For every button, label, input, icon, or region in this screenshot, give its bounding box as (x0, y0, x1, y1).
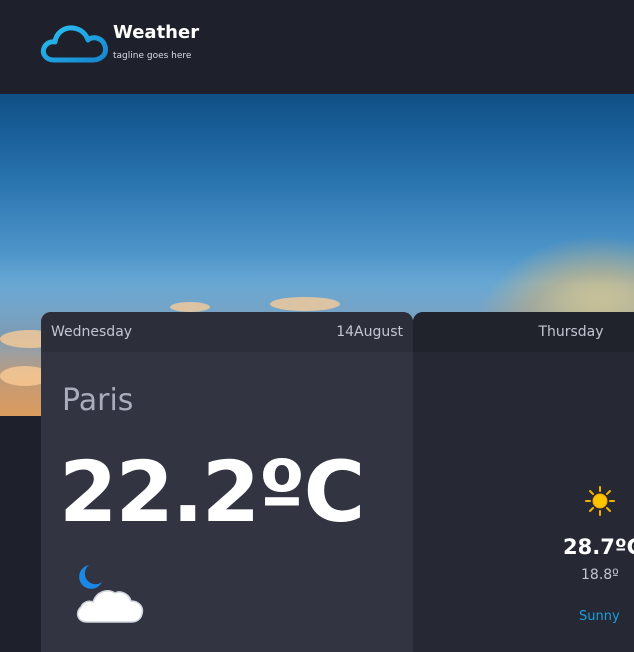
cloud-puff (270, 297, 340, 311)
city-name: Paris (62, 383, 134, 418)
today-day: Wednesday (51, 324, 133, 340)
sun-icon (585, 486, 615, 516)
brand-tagline: tagline goes here (113, 51, 192, 61)
brand-title[interactable]: Weather (113, 22, 199, 44)
current-temperature: 22.2ºC (59, 443, 365, 541)
forecast-day: Thursday (538, 324, 604, 340)
today-date: 14August (336, 324, 403, 340)
today-card-header: Wednesday 14August (41, 312, 413, 352)
forecast-min-temperature: 18.8º (581, 567, 619, 583)
forecast-max-temperature: 28.7ºC (563, 535, 634, 559)
forecast-condition: Sunny (579, 609, 620, 624)
cloud-icon[interactable] (40, 22, 108, 64)
today-card: Wednesday 14August Paris 22.2ºC (41, 312, 413, 652)
forecast-card-header: Thursday (413, 312, 634, 352)
site-header: Weather tagline goes here (0, 0, 634, 94)
cloud-puff (170, 302, 210, 312)
forecast-card: Thursday 28.7ºC 18.8º Sunny (413, 312, 634, 652)
moon-cloud-icon (76, 565, 144, 623)
